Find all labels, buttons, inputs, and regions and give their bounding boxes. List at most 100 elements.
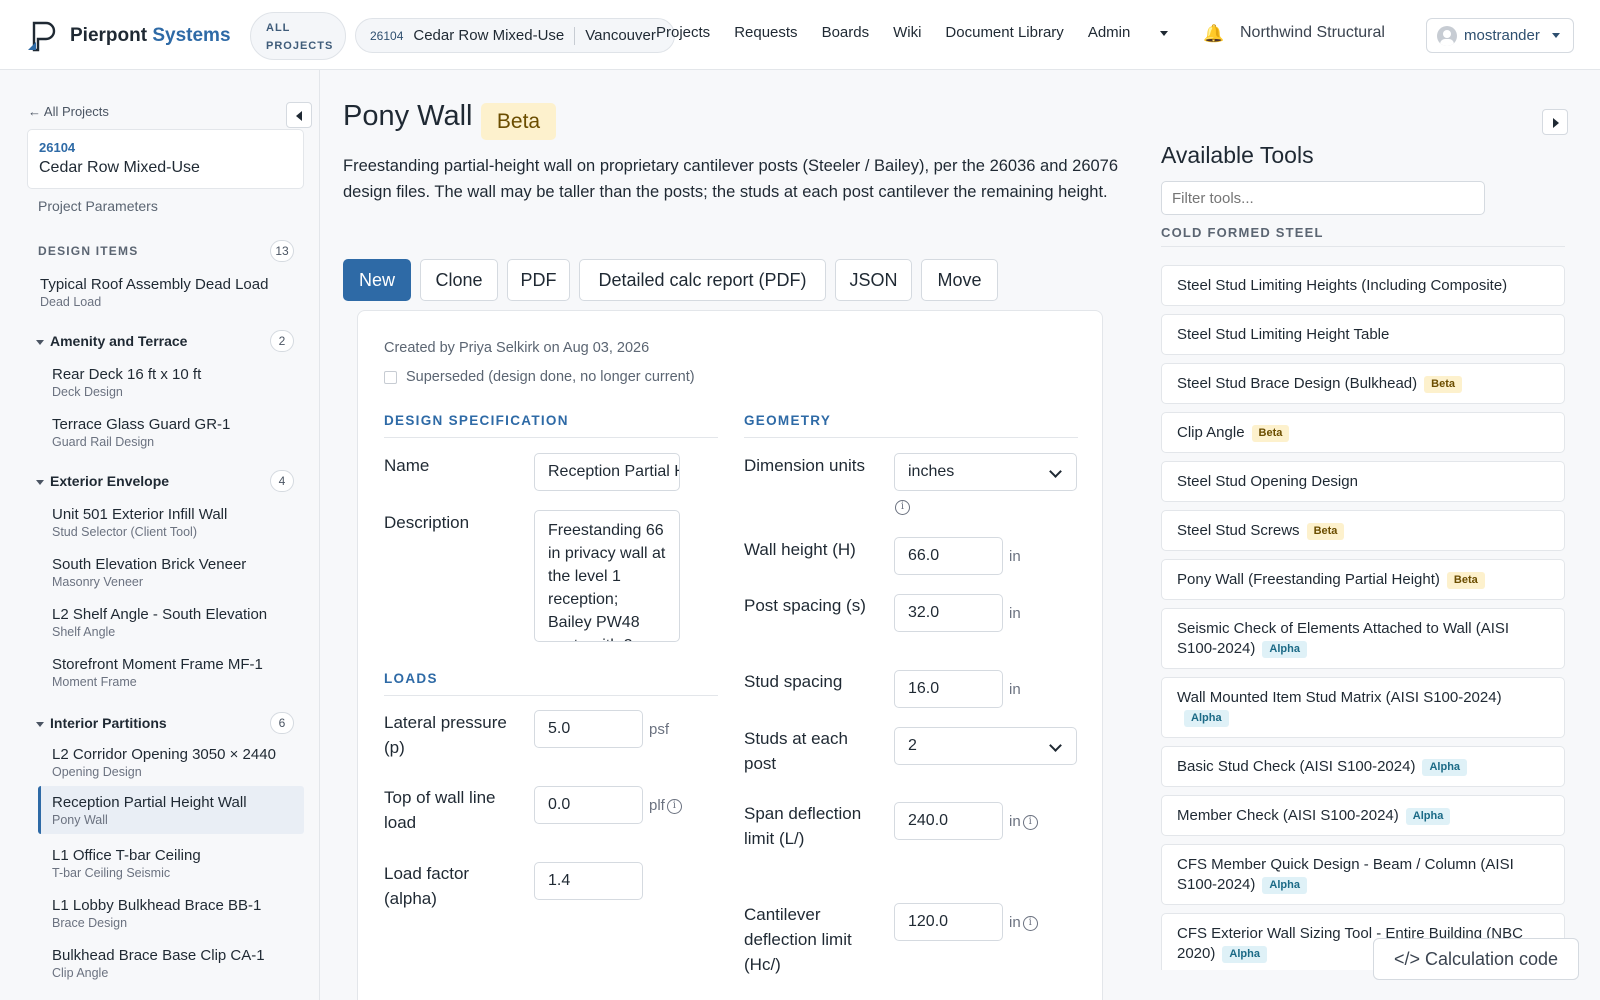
span-deflection-input[interactable]: 240.0 — [894, 802, 1003, 840]
in-unit: in — [1009, 605, 1021, 622]
project-city: Vancouver — [585, 27, 656, 44]
tool-item[interactable]: Member Check (AISI S100-2024) Alpha — [1161, 795, 1565, 836]
all-projects-pill[interactable]: ALL PROJECTS — [250, 12, 346, 60]
list-item[interactable]: Rear Deck 16 ft x 10 ft Deck Design — [52, 365, 314, 400]
tool-item[interactable]: CFS Member Quick Design - Beam / Column … — [1161, 844, 1565, 905]
item-title: Typical Roof Assembly Dead Load — [40, 276, 269, 293]
info-icon[interactable]: i — [895, 500, 910, 515]
list-item[interactable]: L2 Corridor Opening 3050 × 2440 Opening … — [52, 745, 314, 780]
dimension-units-select[interactable]: inches — [894, 453, 1077, 491]
stud-spacing-input[interactable]: 16.0 — [894, 670, 1003, 708]
list-item[interactable]: South Elevation Brick Veneer Masonry Ven… — [52, 555, 314, 590]
tool-item[interactable]: Seismic Check of Elements Attached to Wa… — [1161, 608, 1565, 669]
loads-header: LOADS — [384, 671, 718, 696]
brand-logo[interactable]: Pierpont Systems — [26, 20, 231, 52]
item-title: L2 Shelf Angle - South Elevation — [52, 606, 268, 623]
tool-item[interactable]: Wall Mounted Item Stud Matrix (AISI S100… — [1161, 677, 1565, 738]
tool-item[interactable]: Steel Stud Opening Design — [1161, 461, 1565, 502]
list-item[interactable]: Terrace Glass Guard GR-1 Guard Rail Desi… — [52, 415, 314, 450]
load-factor-input[interactable]: 1.4 — [534, 862, 643, 900]
tool-item[interactable]: Steel Stud Screws Beta — [1161, 510, 1565, 551]
nav-wiki[interactable]: Wiki — [893, 24, 921, 41]
tool-item[interactable]: Steel Stud Limiting Heights (Including C… — [1161, 265, 1565, 306]
list-item-active[interactable]: Reception Partial Height Wall Pony Wall — [38, 786, 304, 834]
list-item[interactable]: L1 Office T-bar Ceiling T-bar Ceiling Se… — [52, 846, 314, 881]
tool-name: Steel Stud Limiting Heights (Including C… — [1177, 277, 1508, 294]
nav-links: Projects Requests Boards Wiki Document L… — [656, 24, 1192, 41]
available-tools-heading: Available Tools — [1161, 142, 1314, 168]
project-parameters-link[interactable]: Project Parameters — [38, 198, 158, 214]
filter-tools-input[interactable] — [1161, 181, 1485, 215]
item-subtitle: Deck Design — [52, 385, 123, 399]
geometry-header: GEOMETRY — [744, 413, 1078, 438]
group-amenity-and-terrace[interactable]: Amenity and Terrace 2 — [36, 330, 294, 352]
stud-spacing-label: Stud spacing — [744, 672, 843, 691]
tool-name: Steel Stud Opening Design — [1177, 473, 1358, 490]
tool-name: Steel Stud Limiting Height Table — [1177, 326, 1390, 343]
project-number: 26104 — [39, 140, 76, 155]
list-item[interactable]: Bulkhead Brace Base Clip CA-1 Clip Angle — [52, 946, 314, 981]
expand-panel-button[interactable] — [1542, 109, 1568, 135]
pdf-button[interactable]: PDF — [507, 259, 570, 301]
item-title: South Elevation Brick Veneer — [52, 556, 247, 573]
user-menu-button[interactable]: mostrander — [1426, 18, 1574, 53]
project-card[interactable]: 26104 Cedar Row Mixed-Use — [27, 129, 304, 189]
wall-height-input[interactable]: 66.0 — [894, 537, 1003, 575]
superseded-checkbox[interactable]: Superseded (design done, no longer curre… — [384, 369, 695, 385]
nav-document-library[interactable]: Document Library — [945, 24, 1063, 41]
current-project-pill[interactable]: 26104 Cedar Row Mixed-Use Vancouver — [355, 18, 675, 53]
group-count: 2 — [270, 330, 294, 352]
description-label: Description — [384, 513, 470, 532]
item-title: L1 Lobby Bulkhead Brace BB-1 — [52, 897, 262, 914]
group-interior-partitions[interactable]: Interior Partitions 6 — [36, 712, 294, 734]
tool-name: Pony Wall (Freestanding Partial Height) — [1177, 571, 1440, 588]
studs-at-post-select[interactable]: 2 — [894, 727, 1077, 765]
move-button[interactable]: Move — [921, 259, 998, 301]
expand-caret-icon — [36, 339, 44, 345]
page-title: Pony Wall — [343, 100, 473, 132]
name-input[interactable]: Reception Partial Height Wall — [534, 453, 680, 491]
organization-name[interactable]: Northwind Structural — [1240, 24, 1385, 42]
tool-item[interactable]: Pony Wall (Freestanding Partial Height) B… — [1161, 559, 1565, 600]
nav-admin-dropdown[interactable]: Admin — [1088, 24, 1169, 41]
cantilever-deflection-input[interactable]: 120.0 — [894, 903, 1003, 941]
list-item[interactable]: Storefront Moment Frame MF-1 Moment Fram… — [52, 655, 314, 690]
list-item[interactable]: Typical Roof Assembly Dead Load Dead Loa… — [40, 275, 302, 310]
tool-item[interactable]: Clip Angle Beta — [1161, 412, 1565, 453]
post-spacing-input[interactable]: 32.0 — [894, 594, 1003, 632]
info-icon[interactable]: i — [666, 798, 682, 814]
info-icon[interactable]: i — [1022, 915, 1038, 931]
nav-boards[interactable]: Boards — [822, 24, 870, 41]
collapse-sidebar-button[interactable] — [286, 102, 312, 128]
tool-tag-badge: Beta — [1306, 523, 1345, 540]
group-exterior-envelope[interactable]: Exterior Envelope 4 — [36, 470, 294, 492]
tool-item[interactable]: Steel Stud Limiting Height Table — [1161, 314, 1565, 355]
tool-name: Member Check (AISI S100-2024) — [1177, 807, 1399, 824]
top-of-wall-load-input[interactable]: 0.0 — [534, 786, 643, 824]
description-textarea[interactable]: Freestanding 66 in privacy wall at the l… — [534, 510, 680, 642]
expand-caret-icon — [36, 479, 44, 485]
checkbox-box[interactable] — [384, 370, 397, 384]
json-button[interactable]: JSON — [835, 259, 912, 301]
lateral-pressure-input[interactable]: 5.0 — [534, 710, 643, 748]
detailed-calc-report-button[interactable]: Detailed calc report (PDF) — [579, 259, 826, 301]
item-subtitle: T-bar Ceiling Seismic — [52, 866, 171, 880]
nav-requests[interactable]: Requests — [734, 24, 797, 41]
in-unit: in — [1009, 914, 1021, 931]
in-unit-group: in i — [1009, 813, 1038, 830]
tool-tag-badge: Alpha — [1222, 946, 1267, 963]
tool-tag-badge: Alpha — [1262, 877, 1307, 894]
bell-icon[interactable]: 🔔 — [1203, 24, 1224, 44]
list-item[interactable]: L2 Shelf Angle - South Elevation Shelf A… — [52, 605, 314, 640]
info-icon[interactable]: i — [1022, 814, 1038, 830]
design-items-count: 13 — [270, 240, 294, 262]
nav-projects[interactable]: Projects — [656, 24, 710, 41]
list-item[interactable]: Unit 501 Exterior Infill Wall Stud Selec… — [52, 505, 314, 540]
clone-button[interactable]: Clone — [420, 259, 498, 301]
list-item[interactable]: L1 Lobby Bulkhead Brace BB-1 Brace Desig… — [52, 896, 314, 931]
tool-item[interactable]: Steel Stud Brace Design (Bulkhead) Beta — [1161, 363, 1565, 404]
back-to-all-projects-link[interactable]: ← All Projects — [28, 104, 109, 119]
tool-item[interactable]: Basic Stud Check (AISI S100-2024) Alpha — [1161, 746, 1565, 787]
new-button[interactable]: New — [343, 259, 411, 301]
calculation-code-button[interactable]: </> Calculation code — [1373, 938, 1579, 980]
